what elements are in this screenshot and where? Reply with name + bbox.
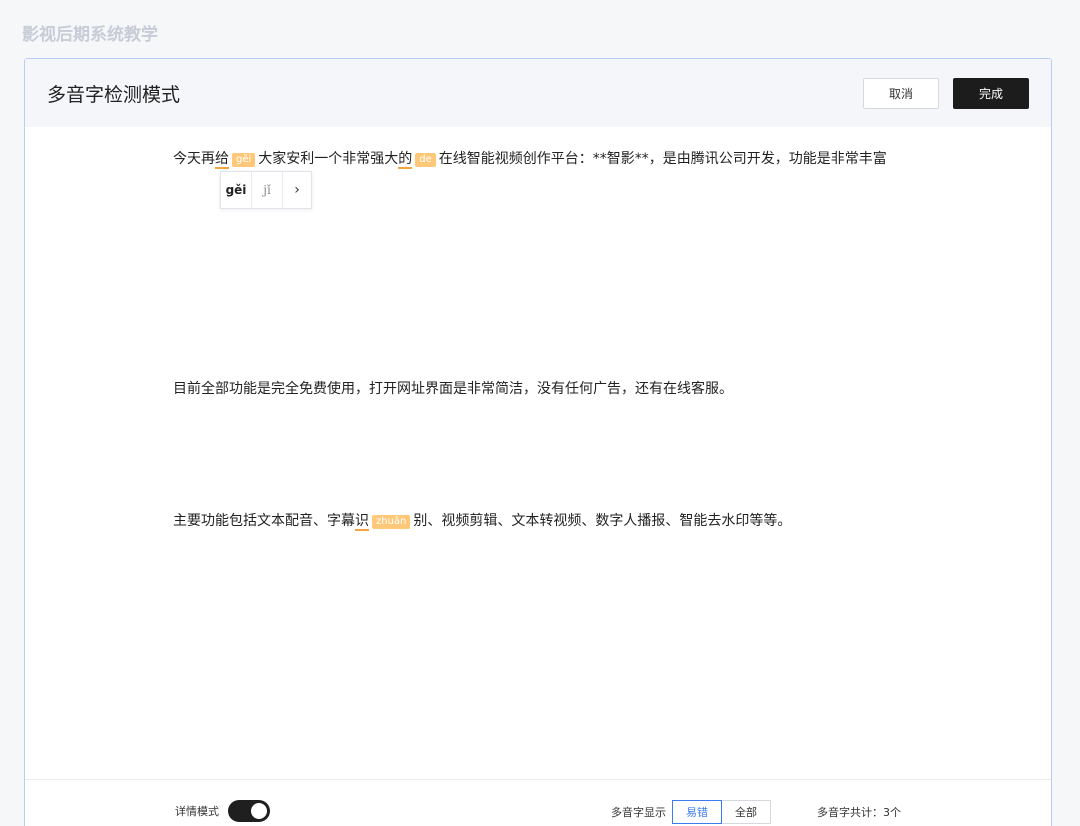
text-segment: 在线智能视频创作平台：**智影**，是由腾讯公司开发，功能是非常丰富 — [438, 151, 887, 167]
display-label: 多音字显示 — [611, 806, 666, 819]
detail-mode-toggle[interactable] — [228, 800, 270, 822]
polyphone-count: 多音字共计：3个 — [817, 806, 901, 819]
pinyin-option[interactable]: gěi — [221, 172, 252, 208]
text-segment: 大家安利一个非常强大 — [258, 151, 399, 167]
dialog-footer: 详情模式 多音字显示 易错 全部 多音字共计：3个 — [25, 779, 1051, 826]
polyphone-dialog: 多音字检测模式 取消 完成 今天再给 gěi 大家安利一个非常强大的 de 在线智能视频… — [24, 58, 1052, 826]
polyphone-char[interactable]: 给 — [215, 151, 229, 169]
paragraph-2: 目前全部功能是完全免费使用，打开网址界面是非常简洁，没有任何广告，还有在线客服。 — [173, 381, 733, 397]
app-title: 影视后期系统教学 — [22, 25, 158, 45]
cancel-button[interactable]: 取消 — [863, 78, 939, 109]
polyphone-char[interactable]: 识 — [355, 513, 369, 531]
polyphone-char[interactable]: 的 — [398, 151, 413, 169]
polyphone-display-control: 多音字显示 易错 全部 — [611, 800, 771, 824]
toggle-knob — [251, 803, 267, 819]
dialog-header: 多音字检测模式 取消 完成 — [25, 59, 1051, 127]
pinyin-option[interactable]: jǐ — [252, 172, 283, 208]
text-segment: 今天再 — [173, 151, 215, 167]
pinyin-tag[interactable]: de — [415, 153, 436, 167]
chevron-right-icon[interactable]: › — [283, 172, 311, 208]
text-segment: 主要功能包括文本配音、字幕 — [173, 513, 355, 529]
display-segmented: 易错 全部 — [672, 800, 771, 824]
detail-mode-control: 详情模式 — [175, 800, 270, 822]
pinyin-tag[interactable]: gěi — [232, 153, 256, 167]
pinyin-popup: gěi jǐ › — [220, 171, 312, 209]
paragraph-3: 主要功能包括文本配音、字幕识 zhuǎn 别、视频剪辑、文本转视频、数字人播报、智能… — [173, 509, 933, 533]
text-segment: 别、视频剪辑、文本转视频、数字人播报、智能去水印等等。 — [413, 513, 792, 529]
paragraph-1: 今天再给 gěi 大家安利一个非常强大的 de 在线智能视频创作平台：**智影**，是由… — [173, 147, 933, 171]
pinyin-tag[interactable]: zhuǎn — [372, 515, 411, 529]
dialog-title: 多音字检测模式 — [47, 83, 181, 106]
done-button[interactable]: 完成 — [953, 78, 1029, 109]
display-option-all[interactable]: 全部 — [722, 800, 771, 824]
detail-mode-label: 详情模式 — [175, 805, 219, 818]
display-option-error-prone[interactable]: 易错 — [672, 800, 722, 824]
